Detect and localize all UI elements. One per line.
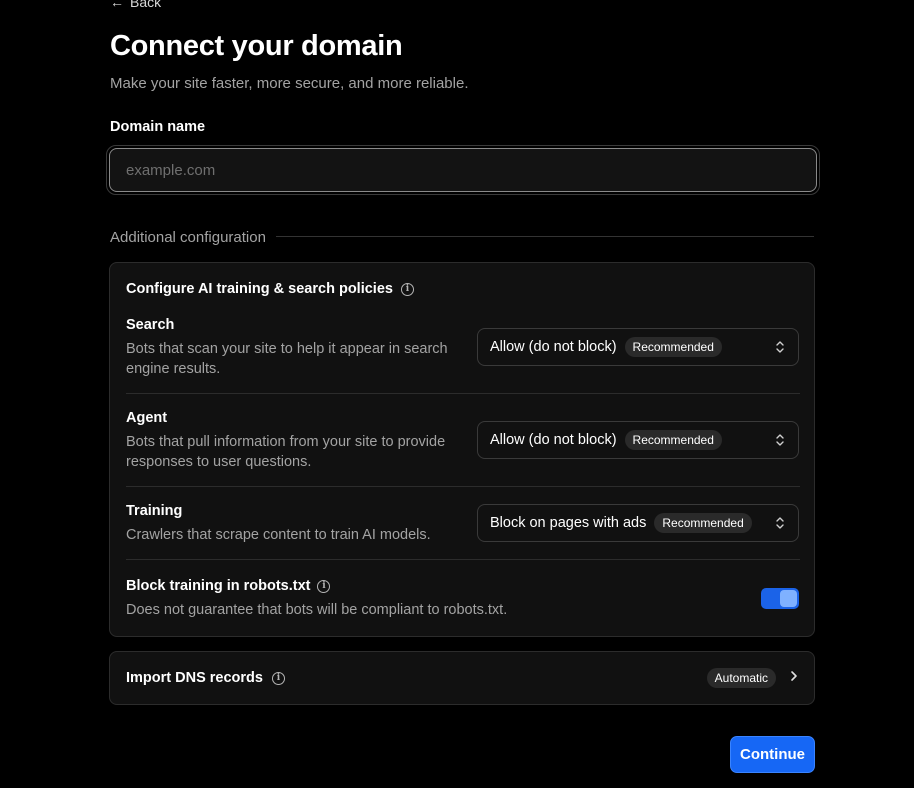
domain-input-focus-ring	[106, 145, 820, 195]
row-divider	[126, 486, 800, 487]
info-icon[interactable]: i	[317, 579, 331, 593]
block-training-toggle[interactable]	[761, 588, 799, 609]
row-divider	[126, 393, 800, 394]
select-value: Allow (do not block)	[490, 432, 617, 448]
info-icon[interactable]: i	[400, 282, 414, 296]
policy-description: Bots that scan your site to help it appe…	[126, 341, 448, 377]
page-subtitle: Make your site faster, more secure, and …	[110, 75, 469, 92]
robots-title-row: Block training in robots.txt i	[126, 578, 800, 594]
toggle-knob	[780, 590, 797, 607]
import-dns-records-row[interactable]: Import DNS records i Automatic	[109, 651, 815, 705]
training-policy-select[interactable]: Block on pages with ads Recommended	[477, 504, 799, 542]
ai-policies-title: Configure AI training & search policies	[126, 281, 393, 297]
recommended-badge: Recommended	[624, 430, 722, 450]
continue-button[interactable]: Continue	[730, 736, 815, 773]
recommended-badge: Recommended	[654, 513, 752, 533]
policy-description: Bots that pull information from your sit…	[126, 434, 446, 470]
recommended-badge: Recommended	[624, 337, 722, 357]
chevron-up-down-icon	[774, 431, 786, 449]
dns-right: Automatic	[706, 668, 798, 688]
chevron-right-icon	[790, 669, 798, 687]
info-icon[interactable]: i	[271, 671, 285, 685]
automatic-badge: Automatic	[706, 668, 776, 688]
select-value: Block on pages with ads	[490, 515, 647, 531]
chevron-up-down-icon	[774, 338, 786, 356]
ai-policies-card: Configure AI training & search policies …	[109, 262, 815, 637]
select-value: Allow (do not block)	[490, 339, 617, 355]
domain-name-input[interactable]	[109, 148, 817, 192]
dns-title: Import DNS records	[126, 670, 263, 686]
robots-txt-row: Block training in robots.txt i Does not …	[126, 578, 800, 620]
row-divider	[126, 559, 800, 560]
search-policy-select[interactable]: Allow (do not block) Recommended	[477, 328, 799, 366]
page-title: Connect your domain	[110, 30, 403, 62]
ai-policies-title-row: Configure AI training & search policies …	[126, 281, 414, 297]
domain-name-label: Domain name	[110, 119, 206, 135]
dns-title-row: Import DNS records i	[126, 670, 285, 686]
robots-description: Does not guarantee that bots will be com…	[126, 602, 508, 618]
robots-title: Block training in robots.txt	[126, 578, 311, 594]
back-link[interactable]: ← Back	[110, 0, 161, 10]
agent-policy-select[interactable]: Allow (do not block) Recommended	[477, 421, 799, 459]
chevron-up-down-icon	[774, 514, 786, 532]
arrow-left-icon: ←	[110, 0, 124, 10]
connect-domain-page: ← Back Connect your domain Make your sit…	[0, 0, 914, 788]
section-divider	[276, 236, 814, 237]
back-label: Back	[130, 0, 162, 10]
policy-description: Crawlers that scrape content to train AI…	[126, 527, 431, 543]
additional-configuration-heading: Additional configuration	[110, 229, 266, 246]
